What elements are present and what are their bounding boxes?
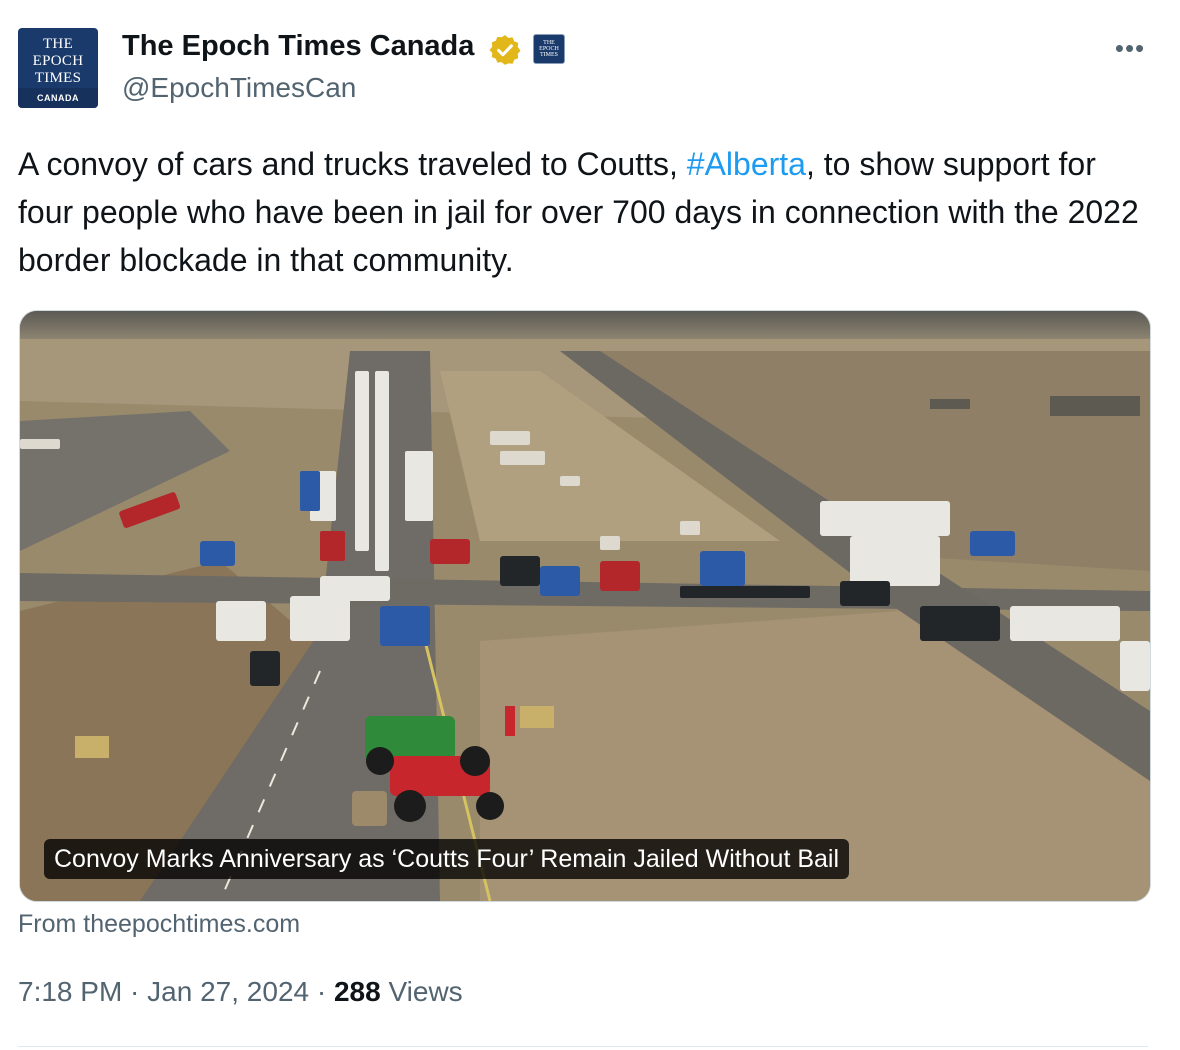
avatar[interactable]: THE EPOCH TIMES CANADA: [18, 28, 98, 108]
tweet-date[interactable]: Jan 27, 2024: [147, 976, 309, 1007]
affiliate-logo-icon[interactable]: THE EPOCH TIMES: [533, 34, 565, 64]
card-caption: Convoy Marks Anniversary as ‘Coutts Four…: [44, 839, 850, 879]
meta-separator: ·: [309, 976, 334, 1007]
card-source[interactable]: From theepochtimes.com: [18, 910, 300, 939]
affiliate-logo-line: TIMES: [539, 52, 558, 58]
verified-badge-icon[interactable]: [488, 33, 522, 67]
tweet[interactable]: THE EPOCH TIMES CANADA The Epoch Times C…: [0, 0, 1180, 1050]
tweet-meta: 7:18 PM · Jan 27, 2024 · 288 Views: [18, 976, 463, 1008]
views-label: Views: [388, 976, 463, 1007]
tweet-text-part: A convoy of cars and trucks traveled to …: [18, 146, 687, 182]
avatar-logo-line: EPOCH: [32, 53, 84, 69]
tweet-time[interactable]: 7:18 PM: [18, 976, 122, 1007]
avatar-logo-line: TIMES: [34, 70, 82, 86]
avatar-logo-line: THE: [42, 36, 74, 52]
divider: [18, 1046, 1148, 1047]
hashtag-link[interactable]: #Alberta: [687, 146, 806, 182]
display-name[interactable]: The Epoch Times Canada: [122, 30, 474, 63]
link-card[interactable]: Convoy Marks Anniversary as ‘Coutts Four…: [19, 310, 1151, 902]
user-handle[interactable]: @EpochTimesCan: [122, 72, 356, 104]
meta-separator: ·: [122, 976, 148, 1007]
aerial-photo-image: [20, 311, 1150, 901]
tweet-text: A convoy of cars and trucks traveled to …: [18, 140, 1148, 284]
more-options-icon[interactable]: •••: [1110, 30, 1150, 66]
views-count: 288: [333, 976, 381, 1007]
avatar-logo-text: THE EPOCH TIMES: [33, 36, 84, 87]
avatar-logo-band: CANADA: [18, 88, 98, 108]
